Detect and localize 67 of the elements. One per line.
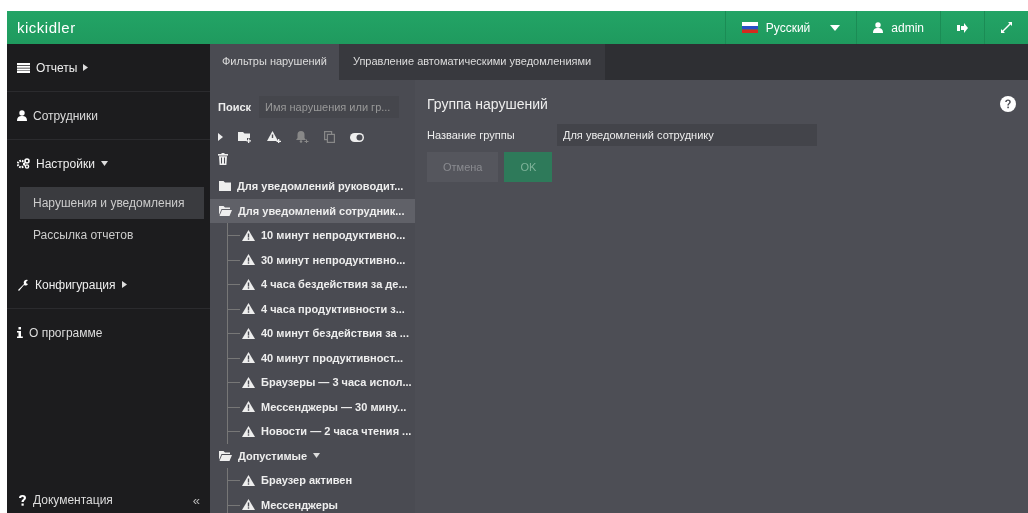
- tree-item[interactable]: Мессенджеры — 30 мину...: [228, 394, 415, 419]
- copy-icon[interactable]: [324, 131, 335, 143]
- field-label: Название группы: [427, 129, 516, 141]
- expand-icon: [1001, 22, 1012, 33]
- tree-group[interactable]: Допустимые: [210, 443, 415, 468]
- gears-icon: [17, 158, 30, 169]
- caret-right-icon: [121, 281, 127, 288]
- warning-icon: [242, 352, 255, 364]
- caret-down-icon: [313, 453, 321, 459]
- logout-icon: [957, 22, 968, 33]
- tree-item[interactable]: Мессенджеры: [228, 492, 415, 513]
- warning-icon: [242, 278, 255, 290]
- user-icon: [873, 22, 884, 33]
- caret-icon: [830, 24, 841, 31]
- sidebar-item[interactable]: Настройки: [7, 140, 210, 187]
- folder-open-icon: [219, 205, 232, 216]
- tab[interactable]: Фильтры нарушений: [210, 44, 339, 80]
- warning-icon: [242, 254, 255, 266]
- sidebar-item[interactable]: О программе: [7, 309, 210, 356]
- search-field[interactable]: Имя нарушения или гр...: [259, 96, 399, 118]
- tab[interactable]: Управление автоматическими уведомлениями: [338, 44, 606, 80]
- tree-item[interactable]: 30 минут непродуктивно...: [228, 247, 415, 272]
- warning-icon: [242, 425, 255, 437]
- add-folder-icon[interactable]: [238, 131, 252, 143]
- info-icon: [17, 327, 23, 338]
- warning-icon: [242, 376, 255, 388]
- warning-icon: [242, 327, 255, 339]
- caret-right-icon: [83, 64, 89, 71]
- sidebar-item[interactable]: Отчеты: [7, 44, 210, 91]
- search-label: Поиск: [218, 101, 251, 113]
- user-icon: [17, 110, 27, 121]
- tree-item[interactable]: Браузеры — 3 часа испол...: [228, 370, 415, 395]
- collapse-button[interactable]: «: [192, 492, 200, 508]
- folder-open-icon: [219, 450, 232, 461]
- sidebar-item[interactable]: Сотрудники: [7, 92, 210, 139]
- group-name-field[interactable]: Для уведомлений сотруднику: [557, 124, 817, 146]
- flag-icon: [741, 22, 758, 33]
- help-icon: [19, 494, 26, 506]
- tree-group[interactable]: Для уведомлений сотрудник...: [210, 198, 415, 223]
- folder-icon: [219, 181, 231, 192]
- trash-icon[interactable]: [218, 153, 228, 165]
- sidebar-item[interactable]: Конфигурация: [7, 261, 210, 308]
- caret-down-icon: [100, 161, 108, 166]
- tree-item[interactable]: 40 минут бездействия за ...: [228, 321, 415, 346]
- warning-icon: [242, 401, 255, 413]
- tree-item[interactable]: 4 часа бездействия за де...: [228, 272, 415, 297]
- sidebar-subitem[interactable]: Рассылка отчетов: [20, 219, 204, 251]
- help-icon[interactable]: [1000, 96, 1016, 112]
- expand-arrow-icon: [218, 133, 223, 141]
- list-icon: [17, 62, 30, 73]
- add-bell-icon[interactable]: [296, 131, 309, 143]
- wrench-icon: [17, 278, 29, 291]
- tree-item[interactable]: Новости — 2 часа чтения ...: [228, 419, 415, 444]
- toggle-icon[interactable]: [350, 132, 364, 142]
- warning-icon: [242, 229, 255, 241]
- warning-icon: [242, 303, 255, 315]
- form-title: Группа нарушений: [427, 96, 548, 112]
- add-warning-icon[interactable]: [267, 131, 281, 143]
- tree-item[interactable]: 40 минут продуктивност...: [228, 345, 415, 370]
- tree-group[interactable]: Для уведомлений руководит...: [210, 174, 415, 199]
- tree-item[interactable]: 10 минут непродуктивно...: [228, 223, 415, 248]
- logo: kickidler: [16, 19, 76, 36]
- documentation-link[interactable]: Документация: [33, 493, 186, 507]
- warning-icon: [242, 474, 255, 486]
- tree-item[interactable]: Браузер активен: [228, 468, 415, 493]
- tree-item[interactable]: 4 часа продуктивности з...: [228, 296, 415, 321]
- sidebar-subitem[interactable]: Нарушения и уведомления: [20, 187, 204, 219]
